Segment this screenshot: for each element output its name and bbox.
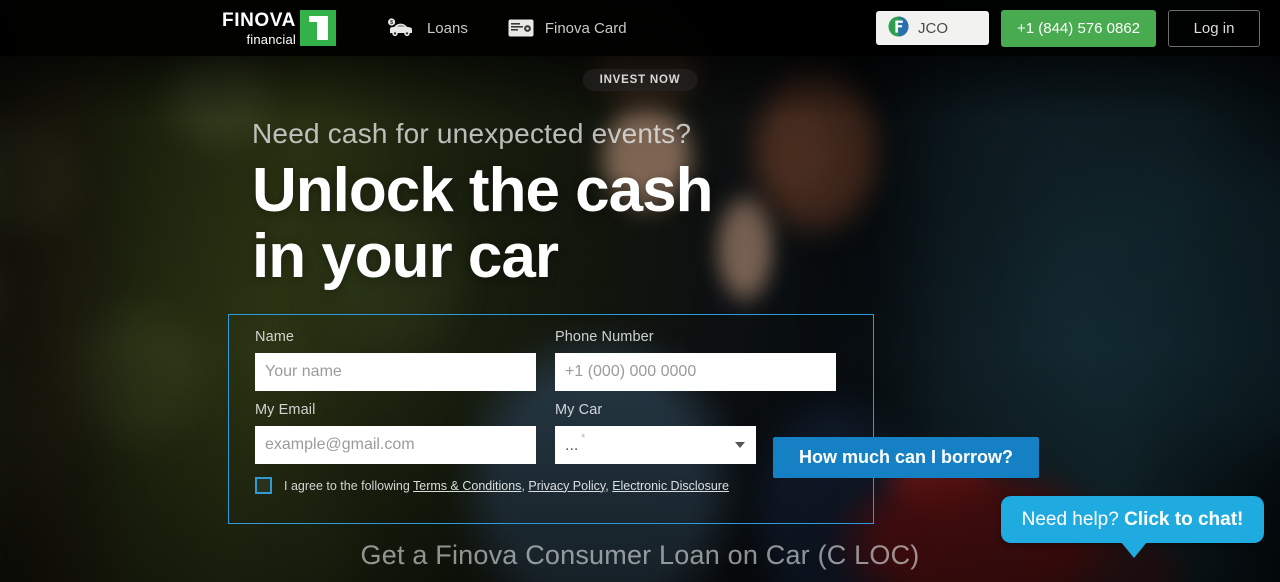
invest-now-badge[interactable]: INVEST NOW: [582, 69, 698, 91]
agreement-prefix: I agree to the following: [284, 478, 414, 493]
main-nav: $ Loans Finova Card: [386, 18, 627, 38]
jco-button-label: JCO: [918, 19, 948, 37]
phone-label: Phone Number: [555, 329, 654, 345]
nav-item-loans-label: Loans: [426, 19, 468, 37]
car-label: My Car: [555, 402, 603, 418]
field-phone: Phone Number: [555, 329, 836, 391]
lead-capture-form: Name Phone Number My Email My Car: [228, 314, 874, 524]
chat-widget-button[interactable]: Need help? Click to chat!: [1001, 496, 1264, 558]
chat-bold-text: Click to chat!: [1124, 508, 1244, 530]
credit-card-icon: [508, 19, 534, 37]
brand-logo-wordmark: FINOVA financial: [222, 11, 296, 46]
brand-logo-name: FINOVA: [222, 9, 296, 31]
page-root: FINOVA financial $ Loans Finova Card JCO…: [0, 0, 1280, 582]
login-button-label: Log in: [1193, 19, 1235, 37]
brand-logo[interactable]: FINOVA financial: [222, 10, 336, 46]
name-input[interactable]: [255, 353, 536, 391]
agreement-row: I agree to the following Terms & Conditi…: [255, 477, 847, 494]
form-row-2: My Email My Car ... *: [255, 402, 847, 464]
car-select-wrap: ... *: [555, 426, 756, 464]
nav-item-finova-card[interactable]: Finova Card: [508, 19, 627, 37]
brand-logo-tagline: financial: [246, 31, 296, 47]
site-header: FINOVA financial $ Loans Finova Card JCO…: [0, 0, 1280, 56]
nav-item-finova-card-label: Finova Card: [544, 19, 627, 37]
form-row-1: Name Phone Number: [255, 329, 847, 391]
how-much-can-i-borrow-button[interactable]: How much can I borrow?: [773, 437, 1039, 478]
email-input[interactable]: [255, 426, 536, 464]
nav-item-loans[interactable]: $ Loans: [386, 18, 468, 38]
invest-now-label: INVEST NOW: [599, 74, 681, 86]
chat-widget-text: Need help? Click to chat!: [1022, 509, 1244, 531]
hero-eyebrow: Need cash for unexpected events?: [252, 118, 692, 149]
car-dollar-icon: $: [386, 18, 416, 38]
finova-coin-icon: [888, 16, 909, 41]
page-tagline: Get a Finova Consumer Loan on Car (C LOC…: [360, 540, 920, 570]
name-label: Name: [255, 329, 295, 345]
svg-text:$: $: [390, 20, 393, 26]
phone-cta-label: +1 (844) 576 0862: [1016, 19, 1141, 37]
terms-conditions-link[interactable]: Terms & Conditions: [413, 479, 521, 493]
hero-copy: Need cash for unexpected events? Unlock …: [252, 118, 713, 291]
car-select[interactable]: ...: [555, 426, 756, 464]
email-label: My Email: [255, 402, 316, 418]
electronic-disclosure-link[interactable]: Electronic Disclosure: [612, 479, 729, 493]
field-car: My Car ... *: [555, 402, 756, 464]
jco-button[interactable]: JCO: [876, 11, 989, 45]
field-email: My Email: [255, 402, 536, 464]
phone-cta-button[interactable]: +1 (844) 576 0862: [1001, 9, 1156, 47]
phone-input[interactable]: [555, 353, 836, 391]
finova-f-mark-icon: [299, 10, 336, 46]
agreement-checkbox[interactable]: [255, 477, 272, 494]
privacy-policy-link[interactable]: Privacy Policy: [528, 479, 605, 493]
agreement-text: I agree to the following Terms & Conditi…: [284, 479, 729, 493]
field-name: Name: [255, 329, 536, 391]
login-button[interactable]: Log in: [1168, 9, 1260, 47]
hero-headline: Unlock the cash in your car: [252, 156, 713, 291]
chat-lead-text: Need help?: [1021, 508, 1125, 530]
header-actions: JCO +1 (844) 576 0862 Log in: [876, 9, 1260, 47]
